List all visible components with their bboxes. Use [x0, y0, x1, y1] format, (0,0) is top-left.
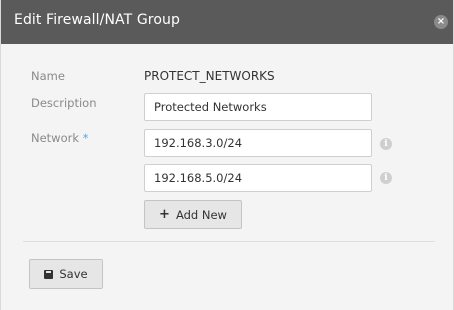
divider: [23, 241, 435, 242]
close-icon[interactable]: ×: [434, 15, 448, 29]
required-marker: *: [82, 131, 89, 145]
add-new-button[interactable]: + Add New: [144, 200, 242, 229]
add-new-label: Add New: [175, 207, 227, 222]
name-label: Name: [31, 69, 65, 83]
info-icon[interactable]: i: [380, 172, 392, 184]
save-label: Save: [59, 267, 88, 281]
save-button[interactable]: Save: [29, 259, 103, 289]
save-icon: [44, 269, 54, 279]
name-value: PROTECT_NETWORKS: [144, 69, 275, 83]
description-input[interactable]: Protected Networks: [144, 93, 372, 121]
network-input-2[interactable]: 192.168.5.0/24: [144, 164, 372, 192]
info-icon[interactable]: i: [380, 138, 392, 150]
dialog-titlebar: Edit Firewall/NAT Group ×: [1, 0, 453, 44]
network-label: Network *: [31, 131, 89, 145]
edit-group-dialog: Edit Firewall/NAT Group × Name PROTECT_N…: [0, 0, 454, 310]
dialog-title: Edit Firewall/NAT Group: [14, 12, 180, 28]
plus-icon: +: [159, 207, 170, 222]
description-label: Description: [31, 96, 97, 110]
network-input-1[interactable]: 192.168.3.0/24: [144, 129, 372, 157]
